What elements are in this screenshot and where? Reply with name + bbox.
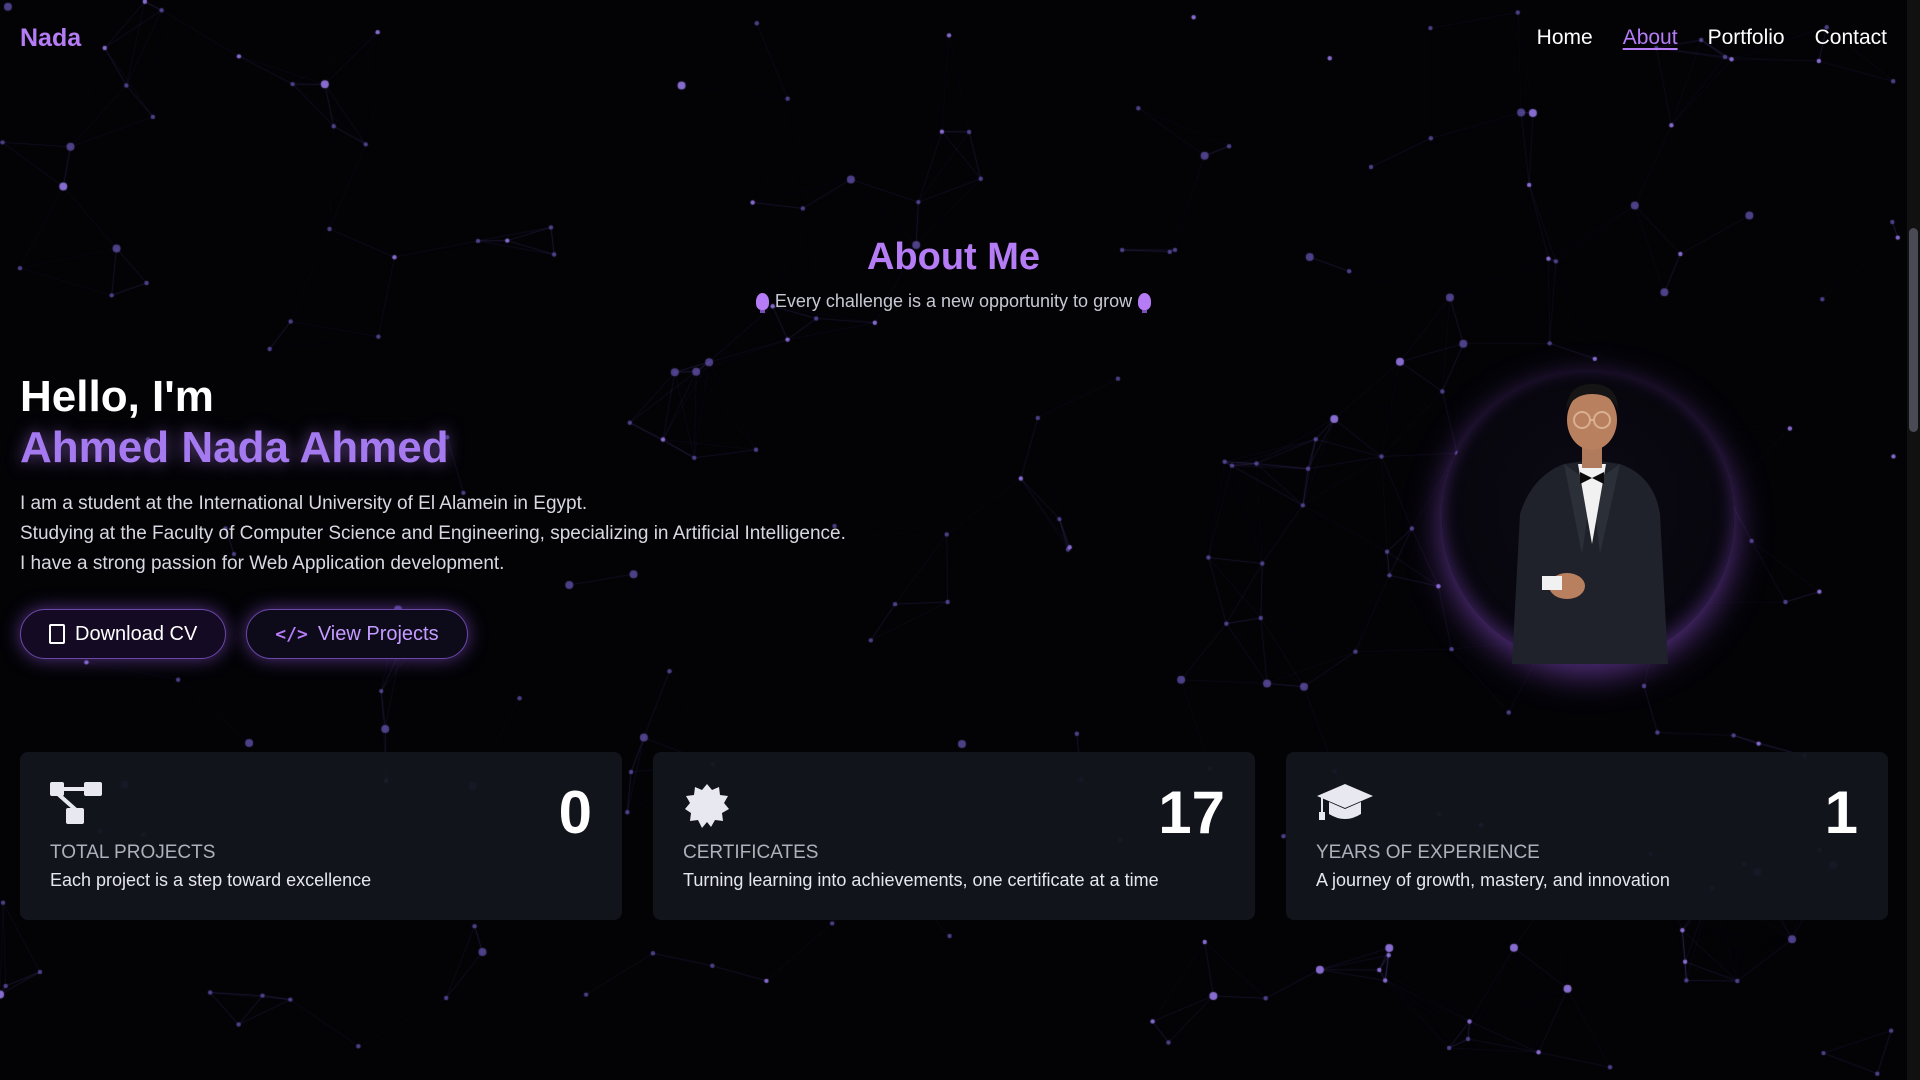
bio: I am a student at the International Univ… (20, 489, 846, 579)
nav-link-portfolio[interactable]: Portfolio (1708, 26, 1785, 50)
nav-link-home[interactable]: Home (1537, 26, 1593, 50)
bio-line: Studying at the Faculty of Computer Scie… (20, 523, 846, 545)
full-name: Ahmed Nada Ahmed (20, 422, 449, 472)
nav-links: Home About Portfolio Contact (1537, 26, 1887, 50)
greeting: Hello, I'm (20, 372, 214, 421)
brand-logo[interactable]: Nada (20, 24, 81, 53)
stat-value: 0 (558, 779, 592, 846)
stat-label: TOTAL PROJECTS (50, 842, 216, 863)
top-navbar: Nada Home About Portfolio Contact (0, 0, 1907, 78)
nav-link-about[interactable]: About (1623, 26, 1678, 50)
hero-buttons: Download CV </> View Projects (20, 609, 846, 660)
nav-link-contact[interactable]: Contact (1815, 26, 1887, 50)
profile-photo (1442, 372, 1734, 664)
stat-description: A journey of growth, mastery, and innova… (1316, 870, 1670, 890)
view-projects-label: View Projects (317, 622, 439, 645)
stat-label: CERTIFICATES (683, 842, 819, 863)
stat-value: 1 (1824, 779, 1858, 846)
lightbulb-icon (755, 293, 769, 313)
scrollbar[interactable] (1907, 0, 1920, 1080)
hero-intro: Hello, I'm Ahmed Nada Ahmed I am a stude… (20, 372, 846, 660)
stat-label: YEARS OF EXPERIENCE (1316, 842, 1540, 863)
page-title: About Me (866, 236, 1041, 278)
about-header: About Me Every challenge is a new opport… (0, 236, 1907, 313)
stat-description: Turning learning into achievements, one … (683, 870, 1159, 890)
graduation-cap-icon (1317, 784, 1373, 820)
file-icon (49, 624, 65, 645)
subtitle-text: Every challenge is a new opportunity to … (774, 291, 1133, 311)
scrollbar-thumb[interactable] (1909, 228, 1918, 432)
lightbulb-icon (1138, 293, 1152, 313)
code-icon: </> (275, 623, 308, 645)
view-projects-button[interactable]: </> View Projects (246, 609, 468, 660)
download-cv-button[interactable]: Download CV (20, 609, 227, 660)
stat-card-projects: 0 TOTAL PROJECTS Each project is a step … (20, 752, 622, 920)
download-cv-label: Download CV (75, 622, 198, 645)
stat-card-experience: 1 YEARS OF EXPERIENCE A journey of growt… (1286, 752, 1888, 920)
bio-line: I have a strong passion for Web Applicat… (20, 553, 505, 575)
stat-value: 17 (1158, 779, 1225, 846)
stats-row: 0 TOTAL PROJECTS Each project is a step … (20, 752, 1888, 920)
stat-description: Each project is a step toward excellence (50, 870, 372, 890)
bio-line: I am a student at the International Univ… (20, 493, 588, 515)
project-diagram-icon (50, 782, 102, 824)
portrait-figure (1512, 384, 1668, 664)
certificate-icon (685, 784, 729, 828)
stat-card-certificates: 17 CERTIFICATES Turning learning into ac… (653, 752, 1255, 920)
about-subtitle: Every challenge is a new opportunity to … (0, 291, 1907, 313)
